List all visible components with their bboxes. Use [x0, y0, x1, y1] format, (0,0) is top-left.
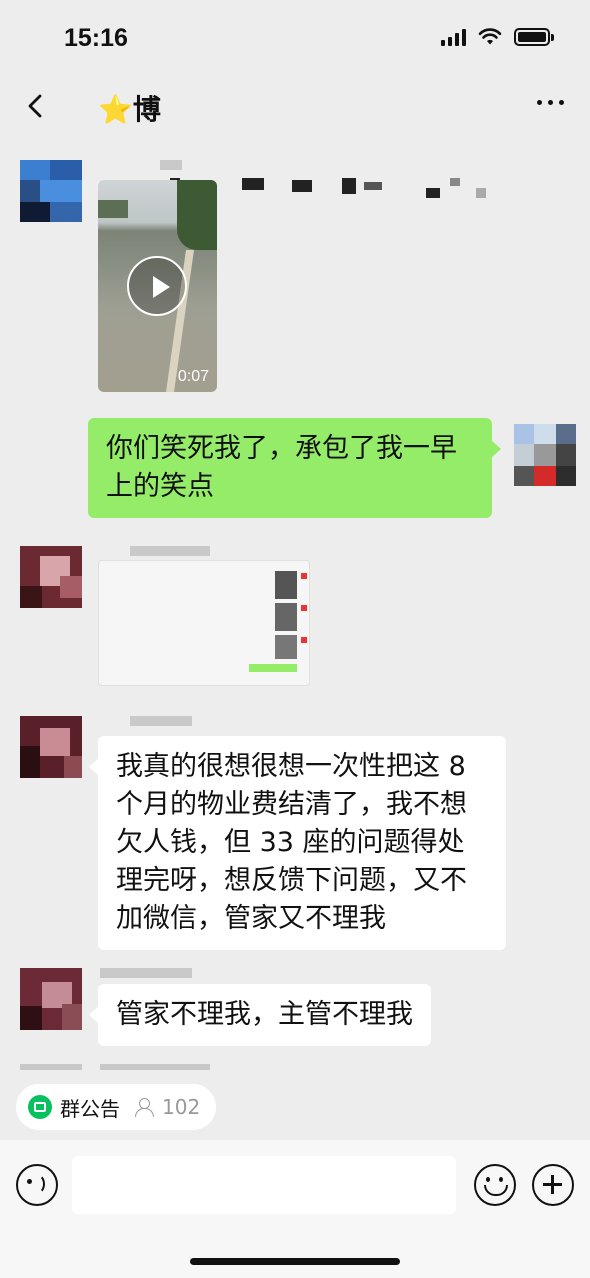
message-bubble-sent[interactable]: 你们笑死我了，承包了我一早上的笑点 [88, 418, 501, 518]
battery-icon [514, 28, 554, 46]
avatar-self[interactable] [514, 424, 576, 486]
video-duration: 0:07 [177, 368, 209, 385]
message-text: 你们笑死我了，承包了我一早上的笑点 [106, 433, 457, 502]
status-time: 15:16 [64, 24, 128, 52]
announcement-label: 群公告 [60, 1096, 120, 1121]
home-indicator[interactable] [190, 1258, 400, 1265]
avatar[interactable] [20, 716, 82, 778]
avatar[interactable] [20, 968, 82, 1030]
message-bubble-received[interactable]: 我真的很想很想一次性把这 8 个月的物业费结清了，我不想欠人钱，但 33 座的问… [89, 736, 506, 950]
sender-name-blurred [160, 160, 182, 170]
message-bubble-received[interactable]: 管家不理我，主管不理我 [89, 984, 431, 1046]
message-text: 我真的很想很想一次性把这 8 个月的物业费结清了，我不想欠人钱，但 33 座的问… [116, 751, 467, 934]
message-text: 管家不理我，主管不理我 [116, 999, 413, 1030]
message-input[interactable] [72, 1156, 456, 1214]
play-icon[interactable] [127, 256, 187, 316]
voice-input-button[interactable] [16, 1164, 58, 1206]
more-options-button[interactable] [537, 94, 564, 111]
member-count: 102 [162, 1095, 201, 1119]
more-dots-icon [537, 100, 542, 105]
image-message[interactable] [98, 560, 310, 686]
status-bar: 15:16 [0, 0, 590, 78]
chat-title: ⭐博 [98, 88, 161, 128]
signal-icon [441, 28, 466, 46]
chevron-left-icon [28, 94, 42, 118]
avatar[interactable] [20, 160, 82, 222]
sender-name-blurred [130, 546, 210, 556]
video-message[interactable]: 0:07 [98, 180, 217, 392]
group-announcement-button[interactable]: 群公告 102 [16, 1084, 217, 1130]
members-icon [134, 1097, 154, 1117]
more-actions-plus-button[interactable] [532, 1164, 574, 1206]
sender-name-blurred [100, 968, 192, 978]
next-message-preview [0, 1056, 590, 1074]
status-icons [441, 28, 554, 46]
emoji-button[interactable] [474, 1164, 516, 1206]
wifi-icon [478, 28, 502, 45]
avatar[interactable] [20, 546, 82, 608]
chat-title-text: ⭐博 [98, 93, 161, 126]
nav-bar: ⭐博 [0, 78, 590, 198]
announcement-icon [28, 1095, 52, 1119]
sender-name-blurred [130, 716, 192, 726]
back-button[interactable] [22, 88, 52, 124]
